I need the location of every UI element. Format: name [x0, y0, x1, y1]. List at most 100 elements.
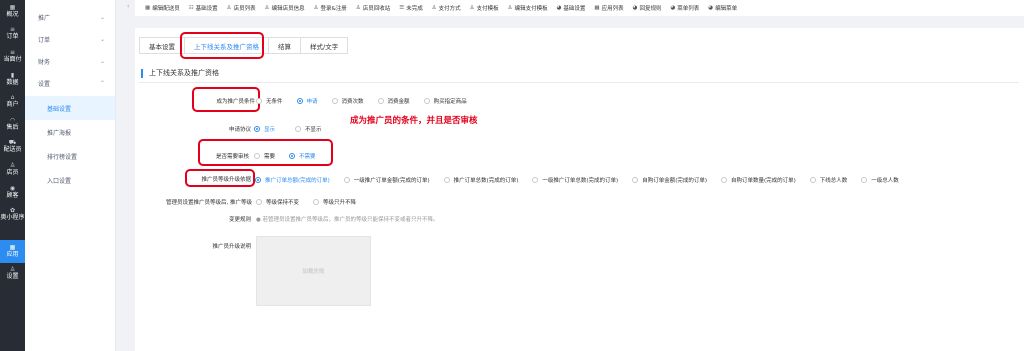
desc-label: 推广员升级说明 [212, 244, 251, 250]
option-label: 显示 [264, 127, 276, 133]
rail-label: 商户 [6, 101, 19, 109]
upgrade-option-1[interactable]: 一级推广订单金额(完成的订单) [343, 176, 430, 184]
desc-image-upload[interactable]: 加载失败 [256, 236, 371, 306]
sub-sidebar: 推广 ⌄ 订单 ⌄ 财务 ⌄ 设置 ⌃ 基础设置 推广海报 排行榜设置 入口设置 [25, 0, 116, 351]
condition-option-amount[interactable]: 消费金额 [377, 97, 410, 105]
tag-edit-menu[interactable]: ◕ 编辑菜单 [708, 4, 737, 12]
rail-item-face-pay[interactable]: ≡ 当面付 [0, 45, 25, 68]
rail-item-orders[interactable]: ≡ 订单 [0, 23, 25, 46]
app-root: ▦ 概况 ≡ 订单 ≡ 当面付 ▮ 数据 ⌂ 商户 ◠ 售后 ⛟ 配送员 ♙ 店员 ◉ 顾客 ✿ 奥… [0, 0, 1024, 351]
rail-label: 配送员 [3, 146, 22, 154]
sidebar-item-entry[interactable]: 入口设置 [25, 168, 115, 192]
upgrade-option-0[interactable]: 推广订单总额(完成的订单) [255, 176, 330, 184]
rail-item-delivery[interactable]: ⛟ 配送员 [0, 136, 25, 159]
radio-circle [256, 199, 262, 205]
after-change-label: 管理员设置推广员等级后, 推广等级 [166, 200, 252, 206]
tag-pay-template[interactable]: ♙ 支付模板 [470, 4, 499, 12]
radio-circle [720, 177, 727, 183]
tag-label: 编辑菜单 [715, 6, 738, 12]
collapse-sidebar-icon[interactable]: ‹ [127, 3, 129, 10]
upgrade-option-4[interactable]: 自购订单金额(完成的订单) [632, 176, 707, 184]
sidebar-item-basic-settings[interactable]: 基础设置 [25, 96, 115, 120]
upgrade-option-6[interactable]: 下线总人数 [809, 176, 847, 184]
tag-pay-methods[interactable]: ♙ 支付方式 [432, 4, 461, 12]
rail-item-miniapp[interactable]: ✿ 奥小程序 [0, 203, 25, 226]
rail-label: 订单 [6, 33, 19, 41]
condition-option-apply[interactable]: 申请 [296, 97, 318, 105]
option-label: 推广订单总数(完成的订单) [453, 178, 519, 184]
tag-menu-list[interactable]: ◕ 菜单列表 [670, 4, 699, 12]
condition-option-product[interactable]: 购买指定商品 [423, 97, 467, 105]
tag-staff-list[interactable]: ♙ 店员列表 [227, 4, 256, 12]
rail-label: 概况 [6, 10, 19, 18]
tab-relationship[interactable]: 上下线关系及推广资格 [184, 37, 268, 54]
tag-app-list[interactable]: ▦ 应用列表 [594, 4, 623, 12]
after-change-option-up-only[interactable]: 等级只升不降 [313, 198, 356, 206]
tag-label: 登录&注册 [320, 6, 347, 12]
condition-option-times[interactable]: 消费次数 [331, 97, 364, 105]
upgrade-label: 推广员等级升级依据 [201, 177, 251, 183]
tag-edit-delivery[interactable]: ▦ 编辑配送员 [145, 4, 180, 12]
tag-label: 菜单列表 [677, 6, 700, 12]
condition-option-none[interactable]: 无条件 [256, 97, 283, 105]
sidebar-item-ranking[interactable]: 排行榜设置 [25, 144, 115, 168]
tag-staff-recycle[interactable]: ♙ 店员回收站 [356, 4, 390, 12]
chevron-down-icon: ⌄ [99, 57, 105, 65]
tag-edit-staff[interactable]: ♙ 编辑店员信息 [265, 4, 305, 12]
tag-reply-rules[interactable]: ◕ 回复规则 [633, 4, 662, 12]
tag-login-register[interactable]: ♙ 登录&注册 [314, 4, 347, 12]
sidebar-group-promotion[interactable]: 推广 ⌄ [25, 6, 115, 28]
tag-icon: ◕ [670, 5, 676, 11]
tab-style-text[interactable]: 样式/文字 [300, 37, 349, 54]
rail-item-data[interactable]: ▮ 数据 [0, 68, 25, 91]
option-label: 消费金额 [387, 99, 410, 105]
rail-item-store[interactable]: ♙ 店员 [0, 158, 25, 181]
tag-icon: ♙ [355, 5, 361, 11]
radio-circle [809, 177, 816, 183]
tag-icon: ♙ [226, 5, 232, 11]
upgrade-option-7[interactable]: 一级总人数 [861, 176, 899, 184]
upgrade-option-2[interactable]: 推广订单总数(完成的订单) [443, 176, 519, 184]
rail-item-apps[interactable]: ▦ 应用 [0, 239, 25, 263]
rail-item-after-sale[interactable]: ◠ 售后 [0, 113, 25, 136]
radio-circle [331, 98, 338, 104]
tag-basic-settings[interactable]: ☷ 基础设置 [189, 4, 218, 12]
sidebar-group-label: 设置 [38, 80, 51, 88]
rail-label: 设置 [6, 273, 19, 281]
tag-unfinished[interactable]: ☰ 未完成 [399, 4, 422, 12]
agreement-option-hide[interactable]: 不显示 [295, 125, 322, 133]
review-label: 是否需要审核 [215, 154, 249, 160]
upgrade-option-5[interactable]: 自购订单数量(完成的订单) [720, 176, 796, 184]
radio-circle [343, 177, 350, 183]
rail-label: 当面付 [3, 55, 22, 63]
settings-tabs: 基本设置 上下线关系及推广资格 结算 样式/文字 [139, 37, 349, 54]
radio-circle [254, 153, 260, 159]
tag-label: 店员列表 [233, 6, 256, 12]
agreement-option-show[interactable]: 显示 [254, 125, 275, 133]
tag-icon: ♙ [469, 5, 475, 11]
tag-basic-settings-2[interactable]: ◕ 基础设置 [557, 4, 586, 12]
rail-label: 顾客 [6, 191, 19, 199]
tab-settlement[interactable]: 结算 [268, 37, 300, 54]
section-title: 上下线关系及推广资格 [141, 69, 219, 78]
radio-circle [423, 98, 430, 104]
sidebar-group-settings[interactable]: 设置 ⌃ [25, 72, 115, 94]
tab-basic[interactable]: 基本设置 [139, 37, 184, 54]
rail-item-settings[interactable]: ♙ 设置 [0, 263, 25, 286]
rail-item-customer[interactable]: ◉ 顾客 [0, 181, 25, 204]
sidebar-group-orders[interactable]: 订单 ⌄ [25, 28, 115, 50]
after-change-option-keep[interactable]: 等级保持不变 [256, 198, 299, 206]
sidebar-group-finance[interactable]: 财务 ⌄ [25, 50, 115, 72]
review-option-need[interactable]: 需要 [254, 152, 275, 160]
review-option-no-need[interactable]: 不需要 [289, 152, 316, 160]
tag-icon: ▦ [594, 5, 600, 11]
rail-item-merchant[interactable]: ⌂ 商户 [0, 90, 25, 113]
tag-icon: ◕ [632, 5, 638, 11]
option-label: 不需要 [299, 154, 316, 160]
sidebar-item-poster[interactable]: 推广海报 [25, 120, 115, 144]
option-label: 一级推广订单金额(完成的订单) [353, 178, 430, 184]
option-label: 消费次数 [341, 99, 364, 105]
rail-item-overview[interactable]: ▦ 概况 [0, 0, 25, 23]
tag-edit-pay-template[interactable]: ♙ 编辑支付模板 [508, 4, 548, 12]
upgrade-option-3[interactable]: 一级推广订单总数(完成的订单) [532, 176, 618, 184]
